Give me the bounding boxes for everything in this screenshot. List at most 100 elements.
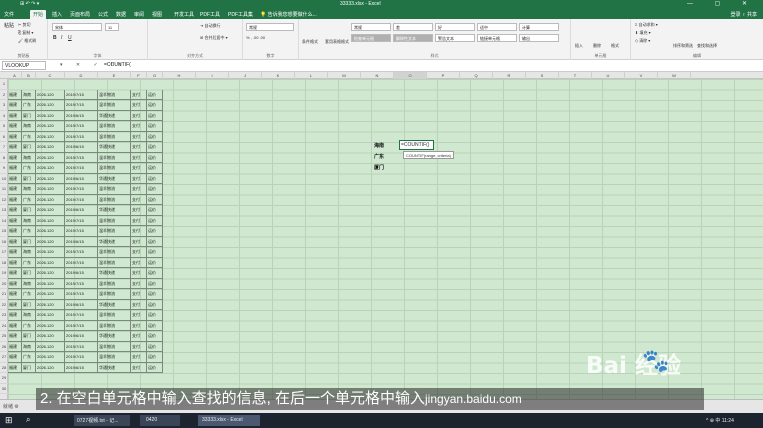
table-cell[interactable]: 福建 <box>8 131 22 142</box>
start-icon[interactable]: ⊞ <box>5 415 13 426</box>
table-cell[interactable]: 温羊物流 <box>98 215 131 226</box>
table-cell[interactable]: 福建 <box>8 320 22 331</box>
system-tray[interactable]: ^ ⊕ 中 11:24 <box>706 417 734 424</box>
table-cell[interactable]: 温羊物流 <box>98 226 131 237</box>
tab-10[interactable]: PDF工具集 <box>228 11 253 18</box>
table-cell[interactable]: 2019/6/15 <box>65 268 98 279</box>
table-cell[interactable]: 广东 <box>22 194 36 205</box>
table-cell[interactable]: 厦门 <box>22 331 36 342</box>
paste-button[interactable]: 粘贴 <box>4 22 14 29</box>
table-cell[interactable]: 温羊物流 <box>98 194 131 205</box>
table-cell[interactable]: 广东 <box>22 257 36 268</box>
search-icon[interactable]: ⌕ <box>26 415 30 425</box>
table-cell[interactable]: 福建 <box>8 341 22 352</box>
table-cell[interactable]: 2026.120 <box>36 257 65 268</box>
cell-style-2[interactable]: 好 <box>435 23 475 31</box>
row-header[interactable]: 14 <box>0 216 8 226</box>
column-header-I[interactable]: I <box>196 72 229 79</box>
insert-cells-button[interactable]: 插入 <box>575 43 583 49</box>
table-cell[interactable]: 支付 <box>131 131 147 142</box>
table-cell[interactable]: 运价 <box>147 257 163 268</box>
table-cell[interactable]: 2026.120 <box>36 310 65 321</box>
column-header-N[interactable]: N <box>361 72 394 79</box>
table-cell[interactable]: 运价 <box>147 215 163 226</box>
tab-9[interactable]: PDF工具 <box>200 11 220 18</box>
table-cell[interactable]: 运价 <box>147 289 163 300</box>
table-cell[interactable]: 福建 <box>8 247 22 258</box>
table-cell[interactable]: 华通快递 <box>98 268 131 279</box>
row-header[interactable]: 5 <box>0 121 8 132</box>
active-edit-cell[interactable]: =COUNTIF() <box>399 140 434 150</box>
table-cell[interactable]: 2026.120 <box>36 110 65 121</box>
table-cell[interactable]: 广东 <box>22 163 36 174</box>
table-cell[interactable]: 福建 <box>8 289 22 300</box>
table-cell[interactable]: 运价 <box>147 142 163 153</box>
table-cell[interactable]: 运价 <box>147 278 163 289</box>
table-cell[interactable]: 支付 <box>131 299 147 310</box>
table-cell[interactable]: 温羊物流 <box>98 247 131 258</box>
column-header-P[interactable]: P <box>427 72 460 79</box>
table-cell[interactable]: 福建 <box>8 268 22 279</box>
table-cell[interactable]: 2026.120 <box>36 289 65 300</box>
row-header[interactable]: 6 <box>0 132 8 142</box>
table-cell[interactable]: 2026.120 <box>36 352 65 363</box>
format-painter-button[interactable]: 🖌 格式刷 <box>18 38 36 44</box>
table-cell[interactable]: 海南 <box>22 184 36 195</box>
table-cell[interactable]: 海南 <box>22 278 36 289</box>
row-header[interactable]: 26 <box>0 342 8 352</box>
column-header-D[interactable]: D <box>65 72 98 79</box>
table-cell[interactable]: 温羊物流 <box>98 152 131 163</box>
table-cell[interactable]: 支付 <box>131 236 147 247</box>
table-cell[interactable]: 运价 <box>147 163 163 174</box>
tab-8[interactable]: 开发工具 <box>174 11 194 18</box>
table-cell[interactable]: 福建 <box>8 299 22 310</box>
row-header[interactable]: 28 <box>0 363 8 373</box>
cell-style-6[interactable]: 解释性文本 <box>393 34 433 42</box>
table-cell[interactable]: 2026.120 <box>36 362 65 373</box>
table-cell[interactable]: 2026.120 <box>36 184 65 195</box>
table-cell[interactable]: 2026.120 <box>36 331 65 342</box>
table-cell[interactable]: 2019/6/15 <box>65 362 98 373</box>
table-cell[interactable]: 运价 <box>147 152 163 163</box>
login-share[interactable]: 登录 ♀ 共享 <box>730 11 757 18</box>
table-cell[interactable]: 福建 <box>8 362 22 373</box>
table-cell[interactable]: 支付 <box>131 205 147 216</box>
table-cell[interactable]: 运价 <box>147 110 163 121</box>
table-cell[interactable]: 厦门 <box>22 362 36 373</box>
cell-style-1[interactable]: 差 <box>393 23 433 31</box>
cut-button[interactable]: ✂ 剪切 <box>18 22 30 28</box>
table-cell[interactable]: 温羊物流 <box>98 320 131 331</box>
column-header-S[interactable]: S <box>526 72 559 79</box>
table-cell[interactable]: 温羊物流 <box>98 121 131 132</box>
table-cell[interactable]: 支付 <box>131 194 147 205</box>
table-cell[interactable]: 支付 <box>131 100 147 111</box>
row-header[interactable]: 2 <box>0 90 8 100</box>
row-header[interactable]: 15 <box>0 226 8 237</box>
column-header-H[interactable]: H <box>163 72 196 79</box>
row-header[interactable]: 1 <box>0 79 8 90</box>
table-cell[interactable]: 运价 <box>147 362 163 373</box>
table-cell[interactable]: 厦门 <box>22 299 36 310</box>
table-cell[interactable]: 厦门 <box>22 142 36 153</box>
column-header-V[interactable]: V <box>625 72 658 79</box>
table-cell[interactable]: 2026.120 <box>36 152 65 163</box>
table-cell[interactable]: 福建 <box>8 352 22 363</box>
table-cell[interactable]: 支付 <box>131 89 147 100</box>
table-cell[interactable]: 2019/6/15 <box>65 236 98 247</box>
table-cell[interactable]: 华通快递 <box>98 362 131 373</box>
table-cell[interactable]: 运价 <box>147 352 163 363</box>
table-cell[interactable]: 温羊物流 <box>98 89 131 100</box>
bold-button[interactable]: B <box>53 35 57 41</box>
table-cell[interactable]: 华通快递 <box>98 205 131 216</box>
table-cell[interactable]: 2019/7/15 <box>65 163 98 174</box>
tab-1[interactable]: 开始 <box>30 10 47 19</box>
name-box[interactable]: VLOOKUP <box>2 61 46 70</box>
table-cell[interactable]: 福建 <box>8 257 22 268</box>
copy-button[interactable]: ⎘ 复制 ▾ <box>18 30 33 36</box>
table-cell[interactable]: 海南 <box>22 89 36 100</box>
column-header-L[interactable]: L <box>295 72 328 79</box>
number-format-buttons[interactable]: % , .00 .00 <box>246 35 265 40</box>
table-cell[interactable]: 福建 <box>8 110 22 121</box>
table-cell[interactable]: 支付 <box>131 362 147 373</box>
table-cell[interactable]: 支付 <box>131 310 147 321</box>
